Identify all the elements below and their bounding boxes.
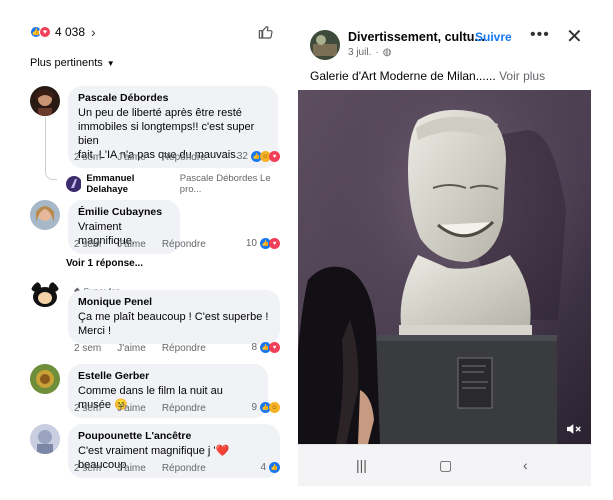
- comment-actions: 2 sem J'aime Répondre: [74, 403, 222, 414]
- comment-author[interactable]: Monique Penel: [78, 295, 270, 309]
- comment-text-line: Un peu de liberté après être resté: [78, 107, 242, 119]
- comment-author[interactable]: Estelle Gerber: [78, 369, 258, 383]
- system-nav-bar: ||| ▢ ‹: [298, 444, 591, 486]
- comment-actions: 2 sem J'aime Répondre: [74, 463, 222, 474]
- comment-text-line: Merci !: [78, 325, 111, 337]
- caret-down-icon: ▼: [106, 58, 115, 68]
- comment-time[interactable]: 2 sem: [74, 403, 101, 414]
- avatar[interactable]: [30, 424, 60, 454]
- reaction-summary[interactable]: 👍 ♥ 4 038 ›: [30, 24, 96, 40]
- thread-curve: [45, 172, 57, 180]
- reply-preview[interactable]: Emmanuel Delahaye Pascale Débordes Le pr…: [66, 173, 290, 195]
- comment-time[interactable]: 2 sem: [74, 152, 101, 163]
- haha-icon: ☺: [269, 402, 280, 413]
- post-date[interactable]: 3 juil.: [348, 47, 371, 58]
- sort-dropdown[interactable]: Plus pertinents ▼: [30, 57, 115, 69]
- comment-reactions[interactable]: 4 👍: [260, 462, 280, 473]
- recents-icon[interactable]: |||: [356, 457, 367, 473]
- post-panel: Divertissement, cultu... Suivre 3 juil. …: [298, 0, 613, 500]
- comment-bubble: Monique Penel Ça me plaît beaucoup ! C'e…: [68, 290, 280, 344]
- comment-reaction-count: 8: [251, 342, 257, 353]
- page-avatar[interactable]: [310, 30, 340, 60]
- comment-text-line: immobiles si longtemps!! c'est super bie…: [78, 121, 255, 147]
- comments-panel: 👍 ♥ 4 038 › Plus pertinents ▼ Pascale Dé…: [0, 0, 290, 500]
- comment-time[interactable]: 2 sem: [74, 343, 101, 354]
- home-icon[interactable]: ▢: [439, 457, 452, 474]
- reply-text: Pascale Débordes Le pro...: [179, 173, 271, 195]
- chevron-right-icon: ›: [91, 24, 96, 40]
- like-button[interactable]: J'aime: [117, 152, 146, 163]
- page-name[interactable]: Divertissement, cultu...: [348, 30, 485, 44]
- like-button[interactable]: J'aime: [117, 239, 146, 250]
- comment-time[interactable]: 2 sem: [74, 463, 101, 474]
- comment-reactions[interactable]: 8 👍 ♥: [251, 342, 280, 353]
- love-icon: ♥: [269, 151, 280, 162]
- comment-author[interactable]: Poupounette L'ancêtre: [78, 429, 270, 443]
- comment-reactions[interactable]: 9 👍 ☺: [251, 402, 280, 413]
- comment-reactions[interactable]: 32 👍 ☺ ♥: [237, 151, 280, 162]
- comment-reaction-count: 32: [236, 151, 248, 162]
- avatar[interactable]: [30, 86, 60, 116]
- comment-reaction-count: 10: [245, 238, 257, 249]
- avatar[interactable]: [30, 280, 60, 310]
- reply-button[interactable]: Répondre: [162, 343, 206, 354]
- reply-button[interactable]: Répondre: [162, 239, 206, 250]
- comment-author[interactable]: Émilie Cubaynes: [78, 205, 170, 219]
- avatar[interactable]: [30, 200, 60, 230]
- see-more-link[interactable]: Voir plus: [499, 69, 545, 83]
- like-icon: 👍: [269, 462, 280, 473]
- follow-button[interactable]: Suivre: [475, 30, 512, 44]
- comment-author[interactable]: Pascale Débordes: [78, 91, 268, 105]
- love-icon: ♥: [39, 26, 51, 38]
- comment-reaction-count: 4: [260, 462, 266, 473]
- like-button[interactable]: J'aime: [117, 463, 146, 474]
- comment-actions: 2 sem J'aime Répondre: [74, 239, 222, 250]
- comment-time[interactable]: 2 sem: [74, 239, 101, 250]
- caption-text: Galerie d'Art Moderne de Milan......: [310, 69, 496, 83]
- reply-author: Emmanuel Delahaye: [86, 173, 135, 195]
- see-replies-link[interactable]: Voir 1 réponse...: [66, 258, 143, 269]
- thumbs-up-icon[interactable]: [258, 24, 274, 40]
- comment-text-line: Ça me plaît beaucoup ! C'est superbe !: [78, 311, 269, 323]
- comment-reactions[interactable]: 10 👍 ♥: [246, 238, 280, 249]
- back-icon[interactable]: ‹: [523, 457, 528, 473]
- love-icon: ♥: [269, 342, 280, 353]
- sort-label: Plus pertinents: [30, 57, 103, 69]
- reply-button[interactable]: Répondre: [162, 152, 206, 163]
- reaction-count: 4 038: [55, 25, 86, 39]
- love-icon: ♥: [269, 238, 280, 249]
- post-caption: Galerie d'Art Moderne de Milan...... Voi…: [310, 69, 545, 83]
- comment-actions: 2 sem J'aime Répondre: [74, 152, 222, 163]
- close-icon[interactable]: ✕: [566, 24, 583, 49]
- reply-button[interactable]: Répondre: [162, 463, 206, 474]
- like-button[interactable]: J'aime: [117, 403, 146, 414]
- more-icon[interactable]: •••: [530, 26, 550, 44]
- avatar[interactable]: [30, 364, 60, 394]
- post-meta: 3 juil. · ◍: [348, 47, 392, 58]
- comment-actions: 2 sem J'aime Répondre: [74, 343, 222, 354]
- thread-line: [45, 117, 46, 173]
- globe-icon: ◍: [382, 47, 392, 58]
- like-button[interactable]: J'aime: [117, 343, 146, 354]
- reply-button[interactable]: Répondre: [162, 403, 206, 414]
- post-video[interactable]: [298, 90, 591, 444]
- comment-reaction-count: 9: [251, 402, 257, 413]
- avatar: [66, 176, 82, 192]
- mute-icon[interactable]: [565, 422, 583, 436]
